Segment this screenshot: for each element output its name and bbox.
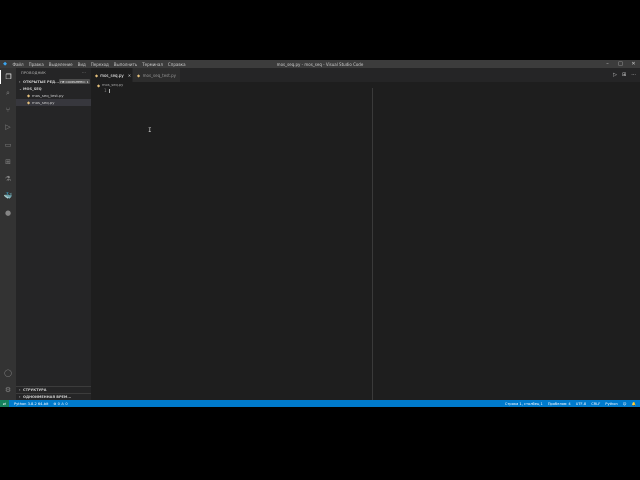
more-actions-icon[interactable]: ··· <box>82 71 86 75</box>
more-actions-icon[interactable]: ··· <box>631 72 636 78</box>
explorer-icon[interactable]: ❐ <box>0 70 16 84</box>
vscode-logo-icon[interactable]: ◆ <box>0 60 10 68</box>
python-icon[interactable]: ● <box>0 206 16 220</box>
folder-section[interactable]: ⌄ MOS_SEQ <box>16 85 91 92</box>
tab-mos-seq-test[interactable]: ◆ mos_seq_test.py <box>132 68 180 82</box>
tab-label: mos_seq.py <box>100 72 124 78</box>
activity-bar: ❐ ⌕ ⑂ ▷ ▭ ⊞ ⚗ 🐳 ● ◯ ⚙ <box>0 68 16 400</box>
python-file-icon: ◆ <box>95 72 99 78</box>
encoding[interactable]: UTF-8 <box>576 402 586 406</box>
open-editors-section[interactable]: › ОТКРЫТЫЕ РЕД... НЕ СОХРАНЕНО: 1 <box>16 78 91 85</box>
tab-mos-seq[interactable]: ◆ mos_seq.py ✕ <box>91 68 132 82</box>
timeline-label: ОДНОИМЕННАЯ ВРЕМ... <box>23 395 72 399</box>
menu-view[interactable]: Вид <box>75 62 88 67</box>
close-tab-icon[interactable]: ✕ <box>128 73 131 78</box>
source-control-icon[interactable]: ⑂ <box>0 103 16 117</box>
title-bar: ◆ Файл Правка Выделение Вид Переход Выпо… <box>0 60 640 68</box>
file-item-mos-seq-test[interactable]: ◆ mos_seq_test.py <box>16 92 91 99</box>
search-icon[interactable]: ⌕ <box>0 86 16 100</box>
window-controls: – □ ✕ <box>601 60 640 68</box>
python-file-icon: ◆ <box>137 72 141 78</box>
menu-terminal[interactable]: Терминал <box>140 62 166 67</box>
settings-gear-icon[interactable]: ⚙ <box>0 383 16 397</box>
menu-edit[interactable]: Правка <box>26 62 46 67</box>
editor-ruler <box>372 88 373 400</box>
menu-bar: Файл Правка Выделение Вид Переход Выполн… <box>10 62 188 67</box>
notifications-icon[interactable]: 🔔 <box>632 402 636 406</box>
python-interpreter[interactable]: Python 3.8.2 64-bit <box>14 402 48 406</box>
testing-icon[interactable]: ⚗ <box>0 172 16 186</box>
open-editors-label: ОТКРЫТЫЕ РЕД... <box>23 79 60 84</box>
sidebar-bottom-sections: › СТРУКТУРА › ОДНОИМЕННАЯ ВРЕМ... <box>16 386 91 400</box>
status-right: Строка 1, столбец 1 Пробелов: 4 UTF-8 CR… <box>505 400 636 407</box>
outline-section[interactable]: › СТРУКТУРА <box>16 386 91 393</box>
text-cursor <box>109 89 110 93</box>
editor-tabs: ◆ mos_seq.py ✕ ◆ mos_seq_test.py ▷ ⊞ ··· <box>91 68 640 82</box>
language-mode[interactable]: Python <box>605 402 617 406</box>
sidebar-header: ПРОВОДНИК ··· <box>16 68 91 78</box>
split-editor-icon[interactable]: ⊞ <box>622 72 626 78</box>
breadcrumb-file[interactable]: mos_seq.py <box>102 83 123 87</box>
status-left: Python 3.8.2 64-bit ⊗ 0 ⚠ 0 <box>9 402 68 406</box>
extensions-icon[interactable]: ⊞ <box>0 155 16 169</box>
menu-selection[interactable]: Выделение <box>46 62 75 67</box>
indentation[interactable]: Пробелов: 4 <box>548 402 571 406</box>
tab-label: mos_seq_test.py <box>142 72 176 78</box>
timeline-section[interactable]: › ОДНОИМЕННАЯ ВРЕМ... <box>16 393 91 400</box>
remote-explorer-icon[interactable]: ▭ <box>0 138 16 152</box>
docker-icon[interactable]: 🐳 <box>0 189 16 203</box>
maximize-button[interactable]: □ <box>614 60 627 68</box>
outline-label: СТРУКТУРА <box>23 388 47 392</box>
feedback-icon[interactable]: ☺ <box>623 402 627 406</box>
run-file-icon[interactable]: ▷ <box>613 72 617 78</box>
remote-indicator[interactable]: ⇌ <box>0 400 9 407</box>
menu-go[interactable]: Переход <box>88 62 111 67</box>
file-label: mos_seq_test.py <box>32 93 64 98</box>
editor-actions: ▷ ⊞ ··· <box>613 68 636 82</box>
file-item-mos-seq[interactable]: ◆ mos_seq.py <box>16 99 91 106</box>
line-number: 1 <box>104 88 107 93</box>
run-debug-icon[interactable]: ▷ <box>0 120 16 134</box>
status-bar: ⇌ Python 3.8.2 64-bit ⊗ 0 ⚠ 0 Строка 1, … <box>0 400 640 407</box>
mouse-ibeam-cursor: I <box>148 127 152 134</box>
minimize-button[interactable]: – <box>601 60 614 68</box>
account-icon[interactable]: ◯ <box>0 366 16 380</box>
file-label: mos_seq.py <box>32 100 55 105</box>
close-window-button[interactable]: ✕ <box>627 60 640 68</box>
problems-indicator[interactable]: ⊗ 0 ⚠ 0 <box>53 402 67 406</box>
menu-file[interactable]: Файл <box>10 62 26 67</box>
sidebar-title: ПРОВОДНИК <box>21 71 46 75</box>
explorer-sidebar: ПРОВОДНИК ··· › ОТКРЫТЫЕ РЕД... НЕ СОХРА… <box>16 68 91 400</box>
unsaved-badge: НЕ СОХРАНЕНО: 1 <box>58 79 90 84</box>
code-editor[interactable]: 1 I <box>91 88 640 400</box>
menu-run[interactable]: Выполнить <box>111 62 139 67</box>
vscode-window: ◆ Файл Правка Выделение Вид Переход Выпо… <box>0 60 640 407</box>
menu-help[interactable]: Справка <box>165 62 188 67</box>
end-of-line[interactable]: CRLF <box>591 402 600 406</box>
folder-label: MOS_SEQ <box>23 86 42 91</box>
cursor-position[interactable]: Строка 1, столбец 1 <box>505 402 543 406</box>
